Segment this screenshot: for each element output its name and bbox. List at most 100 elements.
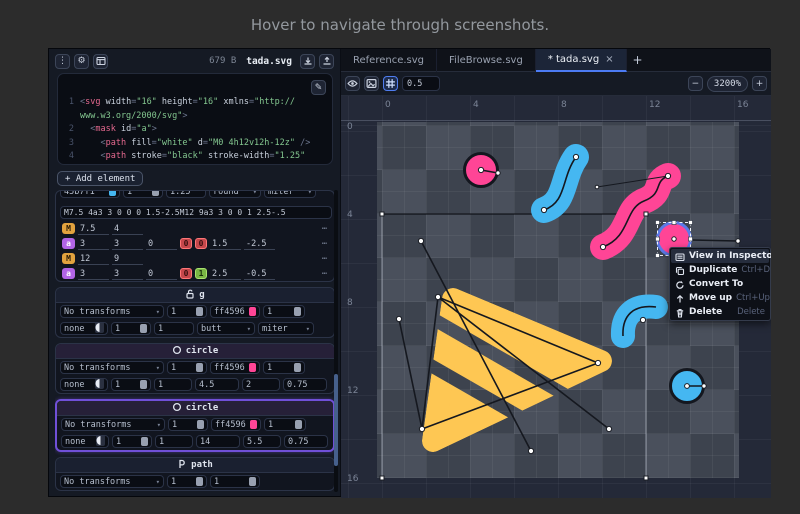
gear-icon[interactable]: ⚙ xyxy=(74,54,89,69)
command-arg-field[interactable]: 3 xyxy=(112,238,143,250)
menu-item-convert-to[interactable]: Convert To xyxy=(671,277,769,291)
section-header[interactable]: circle xyxy=(56,344,334,359)
value-field[interactable]: 1 xyxy=(154,322,194,335)
arc-flag-toggle[interactable]: 0 xyxy=(180,268,192,279)
props-scrollbar-thumb[interactable] xyxy=(334,374,338,466)
value-field[interactable]: 0.75 xyxy=(283,378,327,391)
element-section-circle1[interactable]: circleNo transforms▾1ff45961none114.520.… xyxy=(55,343,335,394)
close-icon[interactable]: × xyxy=(605,54,613,65)
tab-reference-svg[interactable]: Reference.svg xyxy=(341,49,437,72)
eye-icon[interactable] xyxy=(345,76,360,91)
command-arg-field[interactable]: 9 xyxy=(112,253,143,265)
value-field[interactable]: 1 xyxy=(112,435,152,448)
element-section-circle2[interactable]: circleNo transforms▾1ff45961none11145.50… xyxy=(55,399,335,452)
command-arg-field[interactable]: -2.5 xyxy=(244,238,275,250)
command-arg-field[interactable]: 0 xyxy=(146,268,177,280)
tab--tada-svg[interactable]: * tada.svg× xyxy=(536,49,627,72)
dropdown-field[interactable]: No transforms▾ xyxy=(60,305,164,318)
command-arg-field[interactable]: 4 xyxy=(112,223,143,235)
command-arg-field[interactable]: 7.5 xyxy=(78,223,109,235)
value-field[interactable]: 1 xyxy=(155,435,193,448)
dropdown-field[interactable]: miter▾ xyxy=(258,322,314,335)
value-field[interactable]: 1 xyxy=(263,305,305,318)
tab-filebrowse-svg[interactable]: FileBrowse.svg xyxy=(437,49,536,72)
value-field[interactable]: 5.5 xyxy=(243,435,281,448)
menu-item-duplicate[interactable]: DuplicateCtrl+D xyxy=(671,263,769,277)
path-command-row[interactable]: M7.54 ⋯ xyxy=(56,221,334,236)
value-field[interactable]: 1.25 xyxy=(166,190,206,198)
command-arg-field[interactable]: 12 xyxy=(78,253,109,265)
path-command-row[interactable]: a330001.5-2.5⋯ xyxy=(56,236,334,251)
section-header[interactable]: circle xyxy=(57,401,333,416)
grid-size-input[interactable] xyxy=(402,76,440,91)
value-field[interactable]: ff4596 xyxy=(211,418,261,431)
download-icon[interactable] xyxy=(300,54,315,69)
add-element-button[interactable]: + Add element xyxy=(57,171,143,186)
element-section-path[interactable]: pathNo transforms▾11 xyxy=(55,457,335,491)
grid-toggle-icon[interactable] xyxy=(383,76,398,91)
value-field[interactable]: 2 xyxy=(242,378,280,391)
path-data-input[interactable] xyxy=(60,206,332,219)
value-field[interactable]: 1 xyxy=(154,378,192,391)
value-field[interactable]: 45b7f1 xyxy=(60,190,120,198)
command-badge[interactable]: a xyxy=(62,238,75,249)
dropdown-field[interactable]: butt▾ xyxy=(197,322,255,335)
party-cone-shape[interactable] xyxy=(433,299,601,441)
dropdown-field[interactable]: No transforms▾ xyxy=(60,361,164,374)
command-arg-field[interactable]: -0.5 xyxy=(244,268,275,280)
command-badge[interactable]: a xyxy=(62,268,75,279)
value-field[interactable]: ff4596 xyxy=(210,361,260,374)
new-tab-button[interactable]: + xyxy=(627,49,649,71)
arc-flag-toggle[interactable]: 1 xyxy=(195,268,207,279)
zoom-out-button[interactable]: − xyxy=(688,76,703,91)
command-arg-field[interactable]: 3 xyxy=(78,268,109,280)
value-field[interactable]: 1 xyxy=(264,418,306,431)
command-arg-field[interactable]: 2.5 xyxy=(210,268,241,280)
menu-item-move-up[interactable]: Move upCtrl+Up xyxy=(671,291,769,305)
cyan-arc-shape[interactable] xyxy=(623,307,656,336)
section-header[interactable]: g xyxy=(56,288,334,303)
value-field[interactable]: 4.5 xyxy=(195,378,239,391)
value-field[interactable]: 0.75 xyxy=(284,435,328,448)
row-menu-icon[interactable]: ⋯ xyxy=(322,269,328,279)
element-section-g[interactable]: gNo transforms▾1ff45961none11butt▾miter▾ xyxy=(55,287,335,338)
zoom-in-button[interactable]: + xyxy=(752,76,767,91)
canvas-viewport[interactable]: 04812160481216 xyxy=(341,96,771,498)
edit-pencil-icon[interactable]: ✎ xyxy=(311,80,326,95)
menu-item-view-in-inspector[interactable]: View in Inspector xyxy=(671,249,769,263)
dropdown-field[interactable]: miter▾ xyxy=(264,190,316,198)
value-field[interactable]: 14 xyxy=(196,435,240,448)
dropdown-field[interactable]: round▾ xyxy=(209,190,261,198)
arc-flag-toggle[interactable]: 0 xyxy=(180,238,192,249)
menu-item-delete[interactable]: DeleteDelete xyxy=(671,305,769,319)
command-arg-field[interactable]: 0 xyxy=(146,238,177,250)
value-field[interactable]: 1 xyxy=(167,305,207,318)
value-field[interactable]: 1 xyxy=(111,378,151,391)
path-command-row[interactable]: M129 ⋯ xyxy=(56,251,334,266)
command-badge[interactable]: M xyxy=(62,253,75,264)
value-field[interactable]: 1 xyxy=(210,475,260,488)
command-badge[interactable]: M xyxy=(62,223,75,234)
value-field[interactable]: 1 xyxy=(123,190,163,198)
fill-none-field[interactable]: none xyxy=(60,378,108,391)
value-field[interactable]: 1 xyxy=(167,361,207,374)
command-arg-field[interactable]: 1.5 xyxy=(210,238,241,250)
value-field[interactable]: ff4596 xyxy=(210,305,260,318)
kebab-menu-icon[interactable]: ⋮ xyxy=(55,54,70,69)
value-field[interactable]: 1 xyxy=(167,475,207,488)
value-field[interactable]: 1 xyxy=(111,322,151,335)
row-menu-icon[interactable]: ⋯ xyxy=(322,254,328,264)
layout-panel-icon[interactable] xyxy=(93,54,108,69)
row-menu-icon[interactable]: ⋯ xyxy=(322,224,328,234)
code-editor[interactable]: ✎ 1<svg width="16" height="16" xmlns="ht… xyxy=(57,73,333,165)
command-arg-field[interactable]: 3 xyxy=(78,238,109,250)
section-header[interactable]: path xyxy=(56,458,334,473)
dropdown-field[interactable]: No transforms▾ xyxy=(61,418,165,431)
command-arg-field[interactable]: 3 xyxy=(112,268,143,280)
row-menu-icon[interactable]: ⋯ xyxy=(322,239,328,249)
dropdown-field[interactable]: No transforms▾ xyxy=(60,475,164,488)
arc-flag-toggle[interactable]: 0 xyxy=(195,238,207,249)
zoom-level-label[interactable]: 3200% xyxy=(707,76,748,92)
upload-icon[interactable] xyxy=(319,54,334,69)
image-icon[interactable] xyxy=(364,76,379,91)
